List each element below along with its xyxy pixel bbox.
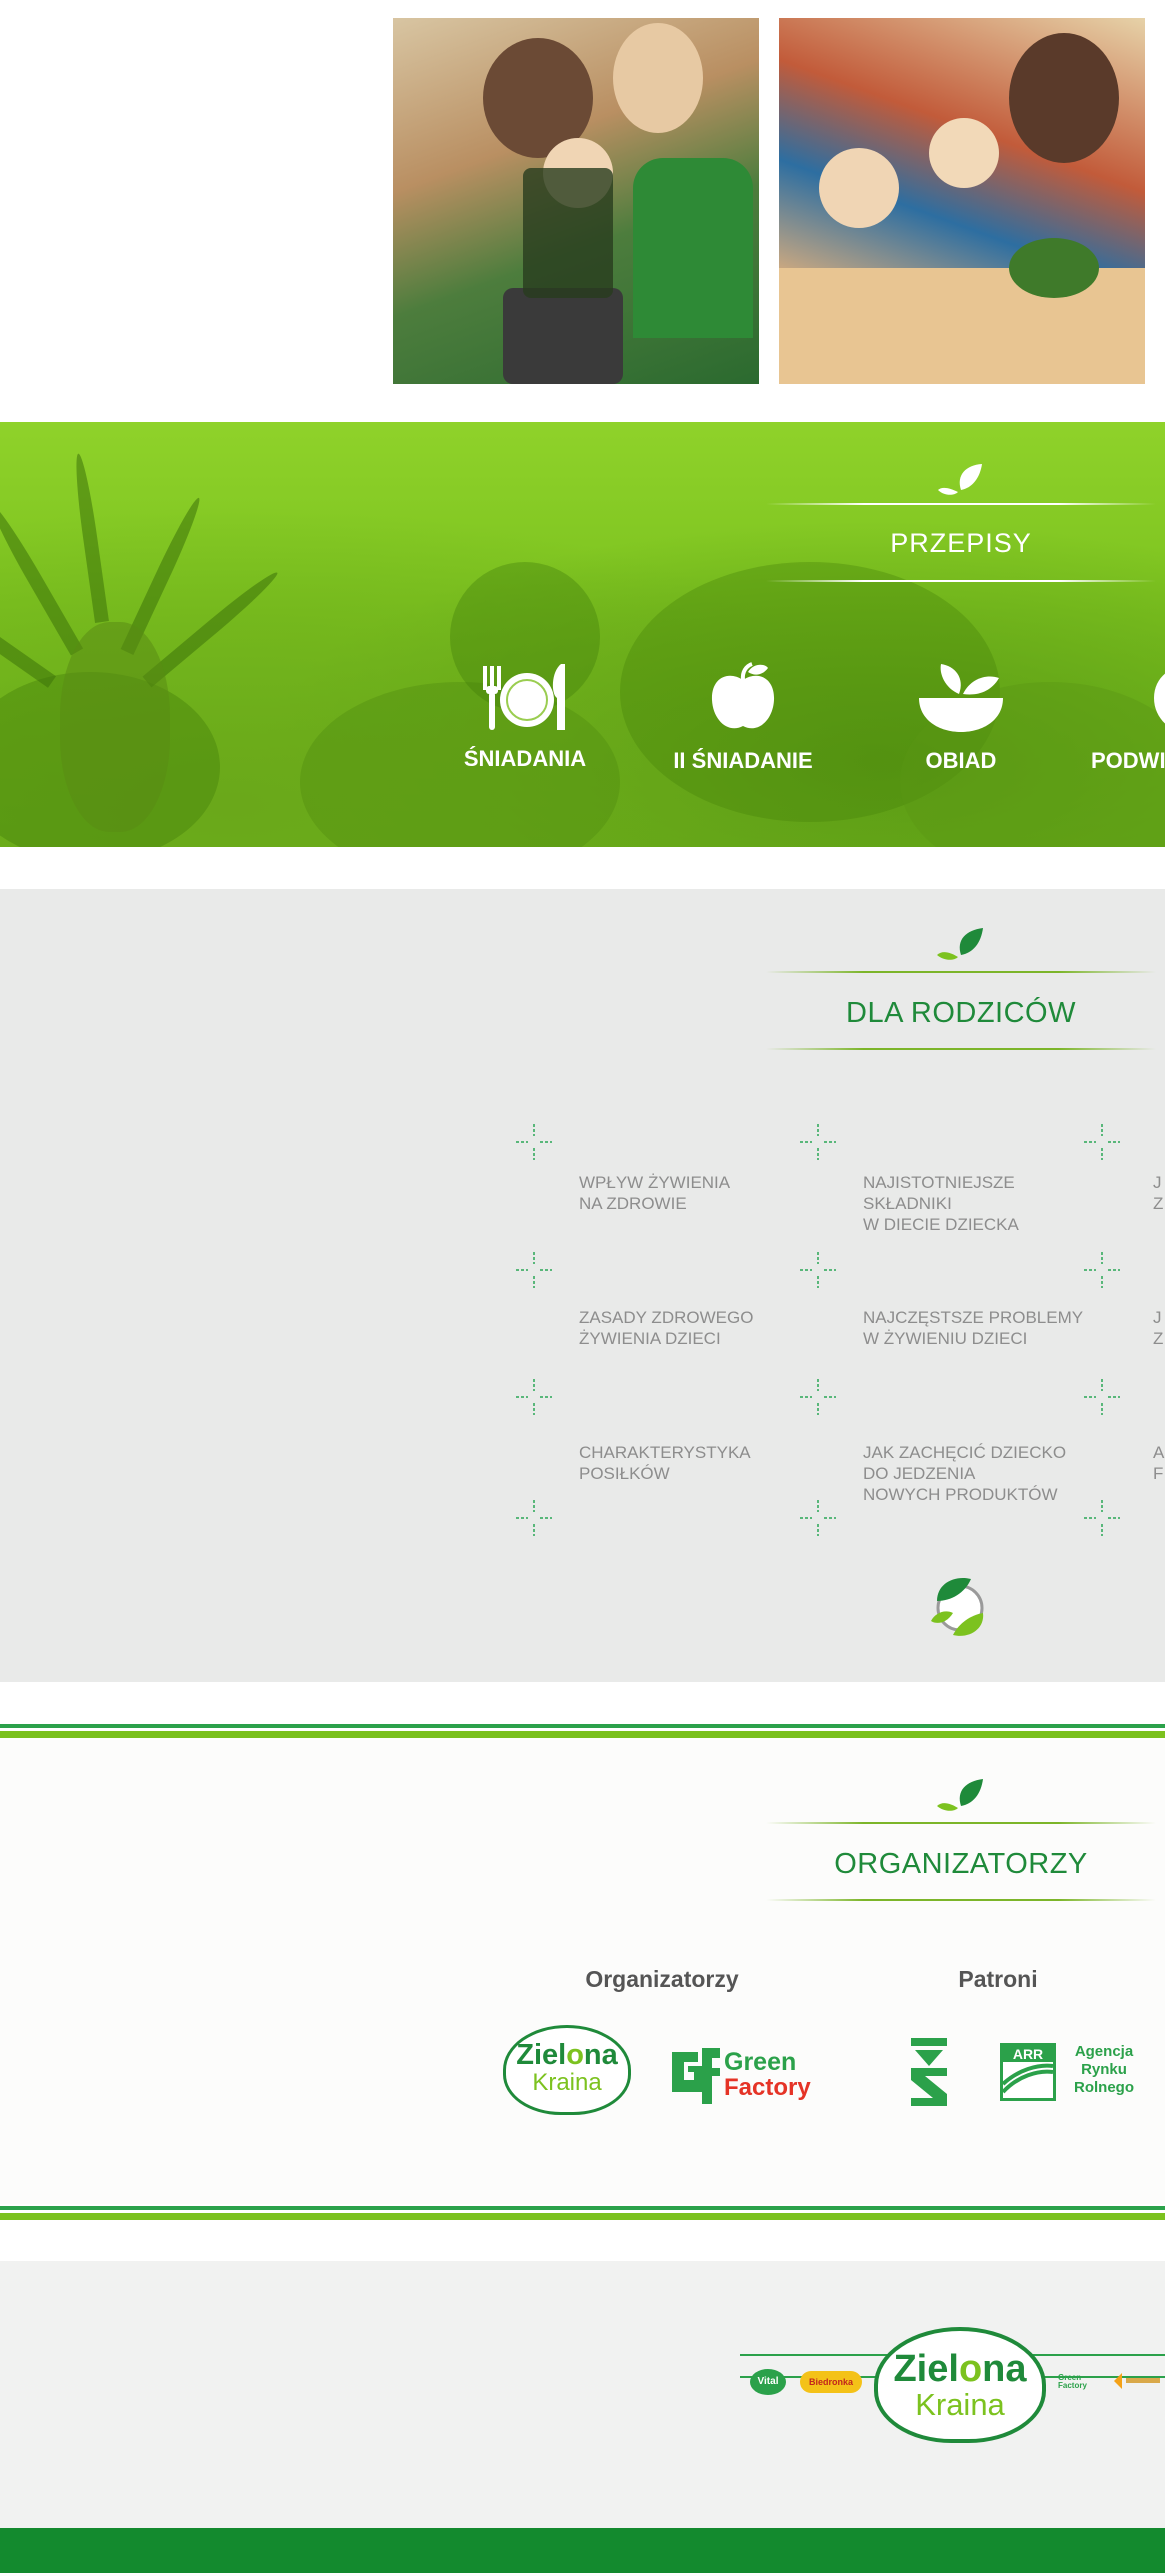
header-rule-top (766, 1822, 1156, 1824)
vegetables (1009, 238, 1099, 298)
photo-figure (613, 23, 703, 133)
organizers-header: ORGANIZATORZY (766, 1776, 1156, 1906)
category-second-breakfast[interactable]: II ŚNIADANIE (643, 662, 843, 774)
logo-text: na (982, 2348, 1027, 2390)
pineapple-leaf (71, 452, 109, 623)
leaf-icon (937, 928, 983, 960)
photo-figure (819, 148, 899, 228)
crosshair-icon (516, 1500, 552, 1536)
topic-link[interactable]: NAJISTOTNIEJSZE SKŁADNIKI W DIECIE DZIEC… (863, 1172, 1019, 1235)
logo-text: Ziel (893, 2348, 959, 2390)
zielona-kraina-logo[interactable]: Zielona Kraina (503, 2025, 631, 2115)
green-factory-logo[interactable]: Green Factory (668, 2042, 818, 2108)
recipes-header: PRZEPISY (766, 460, 1156, 582)
logo-text: na (583, 2039, 618, 2071)
topic-link[interactable]: A F (1153, 1442, 1164, 1484)
crosshair-icon (800, 1124, 836, 1160)
header-rule-top (766, 971, 1156, 973)
header-rule-top (766, 503, 1156, 505)
leaf-icon (938, 464, 982, 495)
crosshair-icon (1084, 1124, 1120, 1160)
divider-stripe (0, 1731, 1165, 1738)
blender-jar (523, 168, 613, 298)
topic-link[interactable]: JAK ZACHĘCIĆ DZIECKO DO JEDZENIA NOWYCH … (863, 1442, 1066, 1505)
refresh-leaf-icon[interactable] (927, 1573, 993, 1639)
vital-logo[interactable]: Vital (750, 2369, 786, 2395)
crosshair-icon (1084, 1379, 1120, 1415)
recipes-section: PRZEPISY ŚNIADANIA II ŚNIADANIE OBIAD PO… (0, 422, 1165, 847)
footer-bottom-bar (0, 2528, 1165, 2573)
logo-text: o (958, 2348, 983, 2390)
arr-text: Agencja (1074, 2043, 1134, 2060)
plate-cutlery-icon (483, 664, 565, 730)
topic-link[interactable]: WPŁYW ŻYWIENIA NA ZDROWIE (579, 1172, 730, 1214)
divider-stripe (0, 2213, 1165, 2220)
category-label: ŚNIADANIA (463, 746, 587, 771)
apple-icon (711, 662, 775, 729)
parents-section: DLA RODZICÓW WPŁYW ŻYWIENIA NA ZDROWIE N… (0, 889, 1165, 1682)
blender-base (503, 288, 623, 384)
crosshair-icon (516, 1124, 552, 1160)
crosshair-icon (516, 1379, 552, 1415)
category-label: OBIAD (925, 748, 997, 773)
crosshair-icon (800, 1379, 836, 1415)
category-label: PODWI (1091, 748, 1165, 773)
category-label: II ŚNIADANIE (673, 748, 813, 773)
photo-figure (929, 118, 999, 188)
header-rule-bottom (766, 1899, 1156, 1901)
logo-text: Factory (724, 2074, 811, 2101)
category-snack[interactable]: PODWI (1070, 662, 1165, 774)
footer: Vital Biedronka Zielona Kraina Green Fac… (0, 2261, 1165, 2528)
photo-children-table (779, 18, 1145, 384)
topic-link[interactable]: J Z (1153, 1172, 1163, 1214)
arr-text: Rynku (1081, 2061, 1127, 2078)
crosshair-icon (800, 1252, 836, 1288)
logo-text: Kraina (915, 2387, 1005, 2422)
photo-children-blender (393, 18, 759, 384)
organizers-title: ORGANIZATORZY (834, 1848, 1088, 1880)
parents-title: DLA RODZICÓW (846, 997, 1076, 1029)
crosshair-icon (800, 1500, 836, 1536)
arr-logo[interactable]: ARR Agencja Rynku Rolnego (1000, 2043, 1150, 2101)
arr-text: Rolnego (1074, 2079, 1134, 2096)
category-breakfast[interactable]: ŚNIADANIA (425, 662, 625, 772)
ministry-logo-icon[interactable] (905, 2036, 953, 2108)
footer-zielona-kraina-logo[interactable]: Zielona Kraina (874, 2327, 1046, 2443)
parents-header: DLA RODZICÓW (766, 925, 1156, 1055)
organizers-section: ORGANIZATORZY Organizatorzy Patroni Ziel… (0, 1740, 1165, 2204)
crosshair-icon (516, 1252, 552, 1288)
crosshair-icon (1084, 1252, 1120, 1288)
apron (633, 158, 753, 338)
logo-text: o (566, 2039, 584, 2071)
photo-figure (1009, 33, 1119, 163)
category-lunch[interactable]: OBIAD (861, 662, 1061, 774)
logo-text: Kraina (532, 2069, 602, 2096)
header-rule-bottom (766, 580, 1156, 582)
pineapple-body (60, 622, 170, 832)
header-rule-bottom (766, 1048, 1156, 1050)
divider-stripe (0, 1724, 1165, 1728)
topic-link[interactable]: CHARAKTERYSTYKA POSIŁKÓW (579, 1442, 751, 1484)
topic-link[interactable]: ZASADY ZDROWEGO ŻYWIENIA DZIECI (579, 1307, 753, 1349)
crosshair-icon (1084, 1500, 1120, 1536)
leaf-icon (937, 1779, 983, 1811)
topic-link[interactable]: NAJCZĘSTSZE PROBLEMY W ŻYWIENIU DZIECI (863, 1307, 1083, 1349)
biedronka-logo[interactable]: Biedronka (800, 2371, 862, 2393)
recipes-title: PRZEPISY (890, 528, 1032, 558)
arr-badge-text: ARR (1003, 2046, 1053, 2062)
arr-badge: ARR (1000, 2043, 1056, 2101)
pineapple-leaf (0, 501, 84, 656)
patrons-heading: Patroni (958, 1966, 1038, 1992)
organizers-heading: Organizatorzy (585, 1966, 739, 1992)
footer-gf-logo[interactable]: Green Factory (1058, 2374, 1100, 2390)
logo-text: Ziel (516, 2039, 567, 2071)
fields-icon (1001, 2063, 1054, 2094)
footer-partner-icon[interactable] (1112, 2371, 1162, 2391)
topic-link[interactable]: J Z (1153, 1307, 1163, 1349)
logo-text: Green (724, 2048, 797, 2076)
snack-icon (1154, 673, 1165, 724)
divider-stripe (0, 2206, 1165, 2210)
bowl-icon (919, 664, 1003, 732)
gf-mark-icon (672, 2048, 720, 2104)
